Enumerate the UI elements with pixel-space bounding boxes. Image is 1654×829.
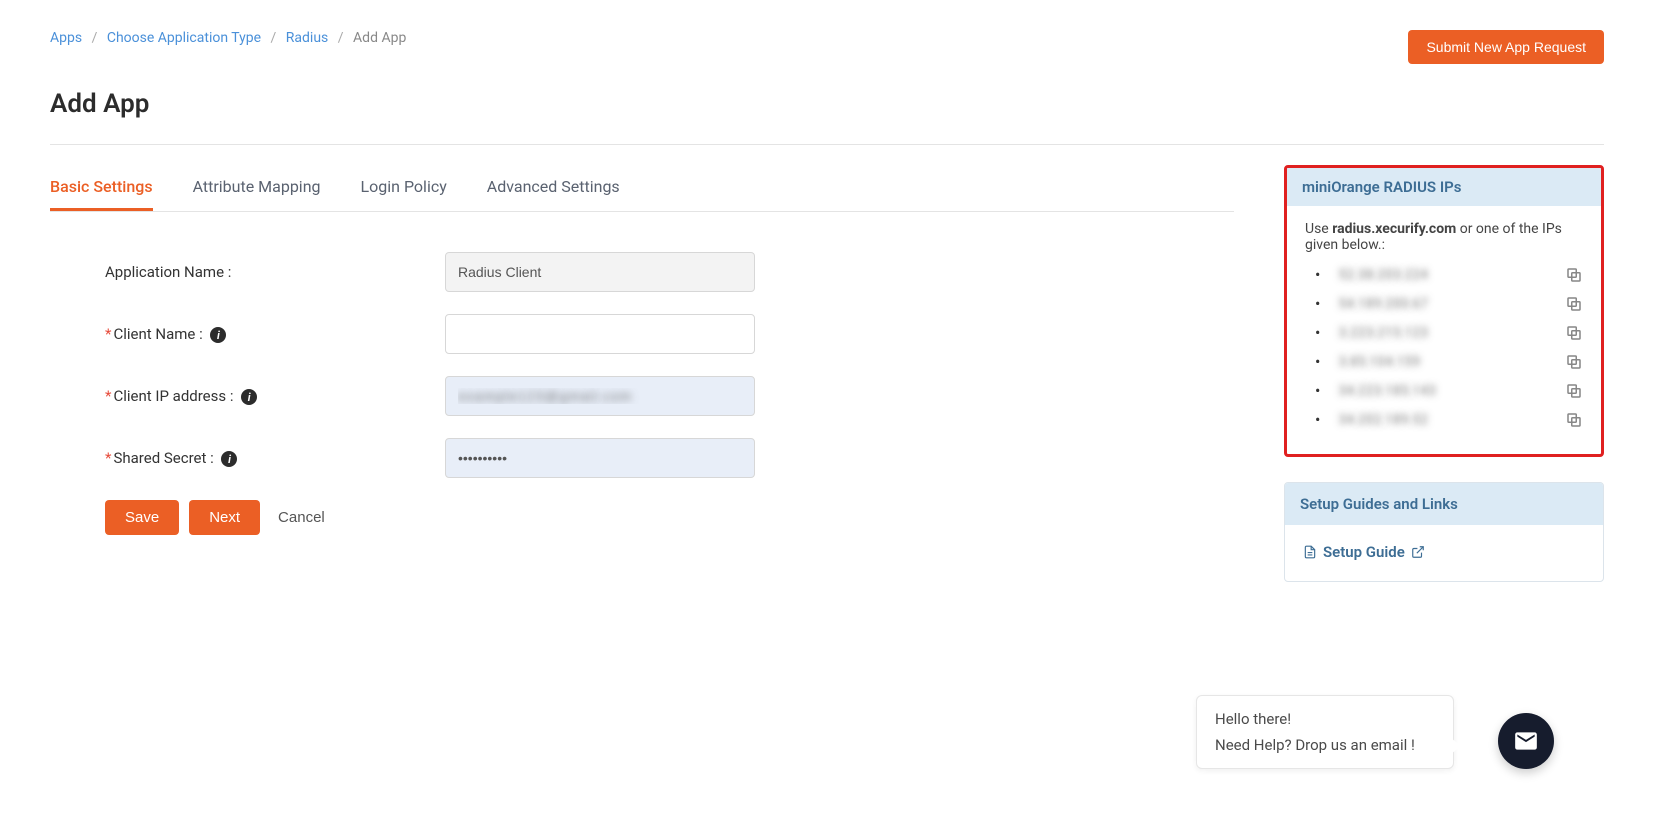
- radius-panel-title: miniOrange RADIUS IPs: [1287, 168, 1601, 206]
- tab-advanced-settings[interactable]: Advanced Settings: [487, 165, 620, 211]
- chat-tooltip: Hello there! Need Help? Drop us an email…: [1196, 695, 1454, 769]
- next-button[interactable]: Next: [189, 500, 260, 535]
- info-icon[interactable]: i: [241, 389, 257, 405]
- client-name-label: *Client Name : i: [105, 325, 445, 343]
- tab-basic-settings[interactable]: Basic Settings: [50, 165, 153, 211]
- guides-panel-title: Setup Guides and Links: [1285, 483, 1603, 525]
- copy-icon[interactable]: [1565, 411, 1583, 429]
- save-button[interactable]: Save: [105, 500, 179, 535]
- external-link-icon: [1411, 545, 1425, 559]
- page-title: Add App: [50, 89, 1604, 119]
- submit-new-app-button[interactable]: Submit New App Request: [1408, 30, 1604, 64]
- breadcrumb-apps[interactable]: Apps: [50, 30, 82, 46]
- mail-icon: [1513, 728, 1539, 754]
- chat-help-text: Need Help? Drop us an email !: [1215, 736, 1435, 754]
- copy-icon[interactable]: [1565, 382, 1583, 400]
- info-icon[interactable]: i: [210, 327, 226, 343]
- ip-item-2: 3.223.215.123: [1315, 323, 1583, 342]
- copy-icon[interactable]: [1565, 353, 1583, 371]
- ip-item-0: 52.38.203.224: [1315, 265, 1583, 284]
- app-name-label: Application Name :: [105, 263, 445, 281]
- ip-item-1: 54.189.200.67: [1315, 294, 1583, 313]
- shared-secret-input[interactable]: [445, 438, 755, 478]
- breadcrumb: Apps / Choose Application Type / Radius …: [50, 30, 406, 46]
- copy-icon[interactable]: [1565, 324, 1583, 342]
- info-icon[interactable]: i: [221, 451, 237, 467]
- tabs: Basic Settings Attribute Mapping Login P…: [50, 165, 1234, 212]
- copy-icon[interactable]: [1565, 295, 1583, 313]
- tab-login-policy[interactable]: Login Policy: [361, 165, 447, 211]
- setup-guide-link[interactable]: Setup Guide: [1303, 543, 1425, 561]
- chat-fab-button[interactable]: [1498, 713, 1554, 769]
- app-name-input: [445, 252, 755, 292]
- client-ip-input[interactable]: [445, 376, 755, 416]
- divider: [50, 144, 1604, 145]
- cancel-button[interactable]: Cancel: [278, 509, 325, 526]
- copy-icon[interactable]: [1565, 266, 1583, 284]
- breadcrumb-radius[interactable]: Radius: [286, 30, 329, 46]
- ip-item-3: 3.85.104.159: [1315, 352, 1583, 371]
- document-icon: [1303, 545, 1317, 559]
- tab-attribute-mapping[interactable]: Attribute Mapping: [193, 165, 321, 211]
- chat-greeting: Hello there!: [1215, 710, 1435, 728]
- client-ip-label: *Client IP address : i: [105, 387, 445, 405]
- radius-use-text: Use radius.xecurify.com or one of the IP…: [1305, 221, 1583, 253]
- radius-ips-panel: miniOrange RADIUS IPs Use radius.xecurif…: [1284, 165, 1604, 457]
- guides-panel: Setup Guides and Links Setup Guide: [1284, 482, 1604, 582]
- client-name-input[interactable]: [445, 314, 755, 354]
- shared-secret-label: *Shared Secret : i: [105, 449, 445, 467]
- breadcrumb-choose-type[interactable]: Choose Application Type: [107, 30, 261, 46]
- ip-item-4: 34.223.185.143: [1315, 381, 1583, 400]
- ip-item-5: 34.202.189.52: [1315, 410, 1583, 429]
- breadcrumb-current: Add App: [353, 30, 406, 46]
